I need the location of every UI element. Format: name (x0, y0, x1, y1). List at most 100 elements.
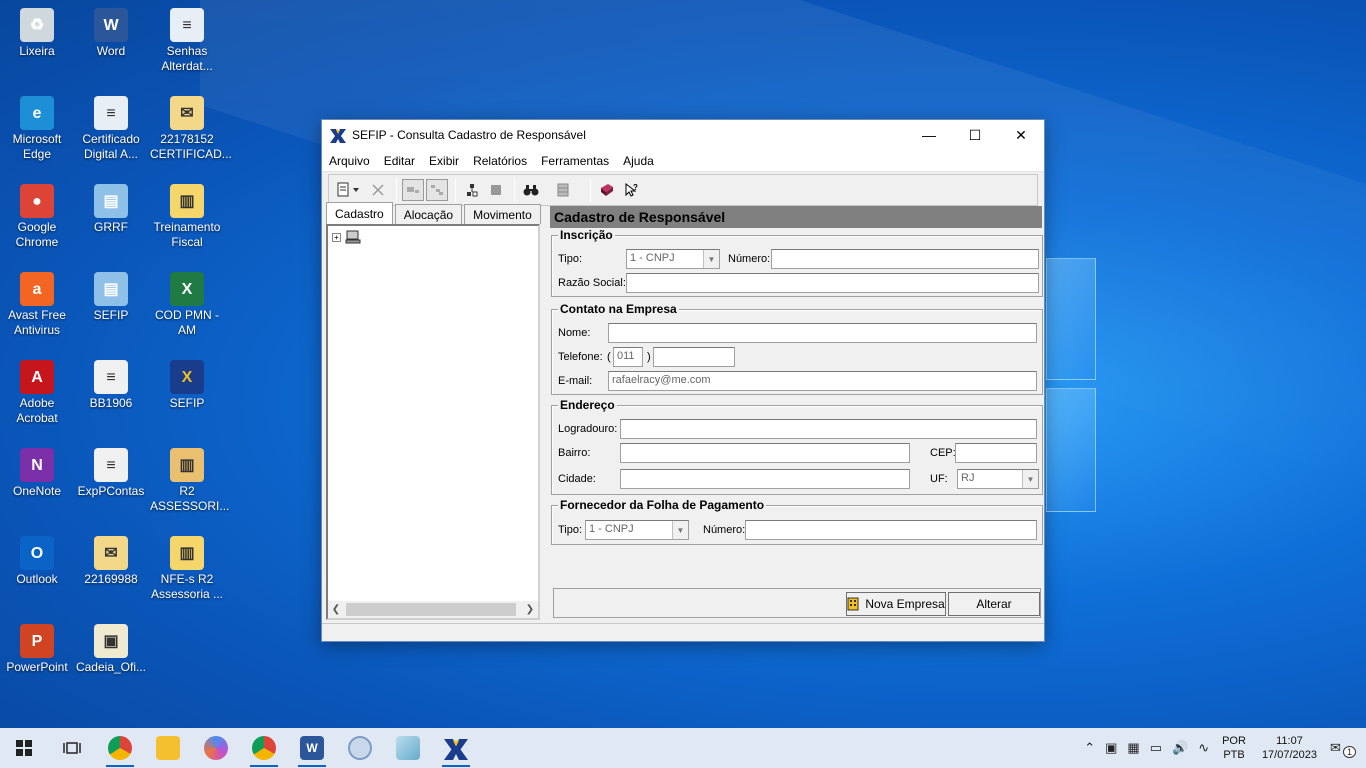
taskbar-sefip-book[interactable] (384, 728, 432, 768)
desktop-icon[interactable]: a Avast Free Antivirus (0, 272, 74, 338)
toolbar-separator (590, 178, 591, 202)
fornecedor-numero-input[interactable] (745, 520, 1037, 540)
desktop-icon[interactable]: P PowerPoint (0, 624, 74, 675)
razao-social-input[interactable] (626, 273, 1039, 293)
menu-ferramentas[interactable]: Ferramentas (538, 154, 612, 168)
menu-ajuda[interactable]: Ajuda (620, 154, 657, 168)
desktop-icon[interactable]: A Adobe Acrobat (0, 360, 74, 426)
sefip-icon (444, 739, 468, 760)
tree-view[interactable]: + ❮ ❯ (326, 224, 540, 620)
chevron-down-icon[interactable]: ▼ (703, 250, 719, 268)
battery-icon[interactable]: ▭ (1150, 740, 1162, 756)
taskbar-sefip[interactable] (432, 728, 480, 768)
desktop-app-icon: ≡ (94, 448, 128, 482)
numero-input[interactable] (771, 249, 1039, 269)
nome-input[interactable] (608, 323, 1037, 343)
stop-icon[interactable] (485, 179, 507, 201)
desktop-app-icon: P (20, 624, 54, 658)
taskbar-word[interactable]: W (288, 728, 336, 768)
binoculars-search-icon[interactable] (520, 179, 542, 201)
new-document-icon[interactable] (333, 179, 365, 201)
ddd-input[interactable]: 011 (613, 347, 643, 367)
alterar-button[interactable]: Alterar (948, 592, 1040, 616)
fornecedor-tipo-select[interactable]: 1 - CNPJ ▼ (585, 520, 689, 540)
desktop-app-icon: ✉ (94, 536, 128, 570)
desktop-icon[interactable]: X SEFIP (150, 360, 224, 411)
notifications-icon[interactable]: ✉ 1 (1330, 740, 1356, 758)
desktop-icon[interactable]: W Word (74, 8, 148, 59)
list-view-icon[interactable] (402, 179, 424, 201)
keyboard-layout: PTB (1223, 749, 1245, 761)
tree-view-icon[interactable] (426, 179, 448, 201)
logradouro-input[interactable] (620, 419, 1037, 439)
expand-icon[interactable]: + (332, 232, 341, 242)
desktop-icon[interactable]: ♻ Lixeira (0, 8, 74, 59)
taskbar-chrome[interactable] (96, 728, 144, 768)
menu-exibir[interactable]: Exibir (426, 154, 462, 168)
device-icon[interactable]: ▦ (1127, 740, 1139, 756)
chevron-down-icon[interactable]: ▼ (672, 521, 688, 539)
desktop-icon[interactable]: ● Google Chrome (0, 184, 74, 250)
menu-editar[interactable]: Editar (381, 154, 418, 168)
desktop-icon[interactable]: ≡ Certificado Digital A... (74, 96, 148, 162)
menu-arquivo[interactable]: Arquivo (326, 154, 373, 168)
meet-now-icon[interactable]: ▣ (1105, 740, 1117, 756)
clock[interactable]: 11:07 17/07/2023 (1262, 734, 1317, 762)
hierarchy-icon[interactable] (461, 179, 483, 201)
desktop-icon[interactable]: ▥ Treinamento Fiscal (150, 184, 224, 250)
bairro-input[interactable] (620, 443, 910, 463)
task-view-button[interactable] (48, 728, 96, 768)
database-icon[interactable] (552, 179, 574, 201)
close-button[interactable]: ✕ (998, 120, 1044, 150)
desktop-icon[interactable]: X COD PMN - AM (150, 272, 224, 338)
desktop-icon[interactable]: O Outlook (0, 536, 74, 587)
telefone-input[interactable] (653, 347, 735, 367)
scroll-thumb[interactable] (346, 603, 516, 616)
desktop-icon[interactable]: ▥ NFE-s R2 Assessoria ... (150, 536, 224, 602)
desktop-icon[interactable]: e Microsoft Edge (0, 96, 74, 162)
book-help-icon[interactable] (596, 179, 618, 201)
desktop-icon[interactable]: ≡ ExpPContas (74, 448, 148, 499)
volume-icon[interactable]: 🔊 (1172, 740, 1188, 756)
tab-movimento[interactable]: Movimento (464, 204, 541, 224)
taskbar-file-explorer[interactable] (144, 728, 192, 768)
desktop-icon[interactable]: ▤ SEFIP (74, 272, 148, 323)
cep-input[interactable] (955, 443, 1037, 463)
nova-empresa-button[interactable]: Nova Empresa (846, 592, 946, 616)
desktop-icon[interactable]: ▣ Cadeia_Ofi... (74, 624, 148, 675)
maximize-button[interactable]: ☐ (952, 120, 998, 150)
tipo-select[interactable]: 1 - CNPJ ▼ (626, 249, 720, 269)
chevron-up-icon[interactable]: ⌃ (1084, 740, 1095, 756)
copilot-icon (204, 736, 228, 760)
tree-horizontal-scrollbar[interactable]: ❮ ❯ (328, 601, 538, 618)
cidade-input[interactable] (620, 469, 910, 489)
delete-icon[interactable] (367, 179, 389, 201)
scroll-right-icon[interactable]: ❯ (522, 604, 538, 615)
taskbar-copilot[interactable] (192, 728, 240, 768)
start-button[interactable] (0, 728, 48, 768)
uf-select[interactable]: RJ ▼ (957, 469, 1039, 489)
language-indicator[interactable]: POR PTB (1222, 734, 1246, 762)
window-titlebar[interactable]: SEFIP - Consulta Cadastro de Responsável… (322, 120, 1044, 150)
desktop-icon[interactable]: ≡ Senhas Alterdat... (150, 8, 224, 74)
legend-contato: Contato na Empresa (558, 302, 679, 316)
desktop-icon[interactable]: ▥ R2 ASSESSORI... (150, 448, 229, 514)
email-input[interactable]: rafaelracy@me.com (608, 371, 1037, 391)
network-icon[interactable]: ∿ (1198, 740, 1209, 756)
menu-relatorios[interactable]: Relatórios (470, 154, 530, 168)
taskbar-app-circle[interactable] (336, 728, 384, 768)
label-uf: UF: (930, 473, 948, 485)
minimize-button[interactable]: — (906, 120, 952, 150)
taskbar-chrome-profile[interactable] (240, 728, 288, 768)
scroll-left-icon[interactable]: ❮ (328, 604, 344, 615)
desktop-icon[interactable]: ≡ BB1906 (74, 360, 148, 411)
chevron-down-icon[interactable]: ▼ (1022, 470, 1038, 488)
desktop-icon[interactable]: ✉ 22178152 CERTIFICAD... (150, 96, 232, 162)
desktop-icon[interactable]: ✉ 22169988 (74, 536, 148, 587)
tab-cadastro[interactable]: Cadastro (326, 202, 393, 224)
desktop-icon[interactable]: ▤ GRRF (74, 184, 148, 235)
desktop-icon[interactable]: N OneNote (0, 448, 74, 499)
context-help-icon[interactable]: ? (620, 179, 642, 201)
tree-root-node[interactable]: + (332, 230, 361, 244)
tab-alocacao[interactable]: Alocação (394, 204, 463, 224)
